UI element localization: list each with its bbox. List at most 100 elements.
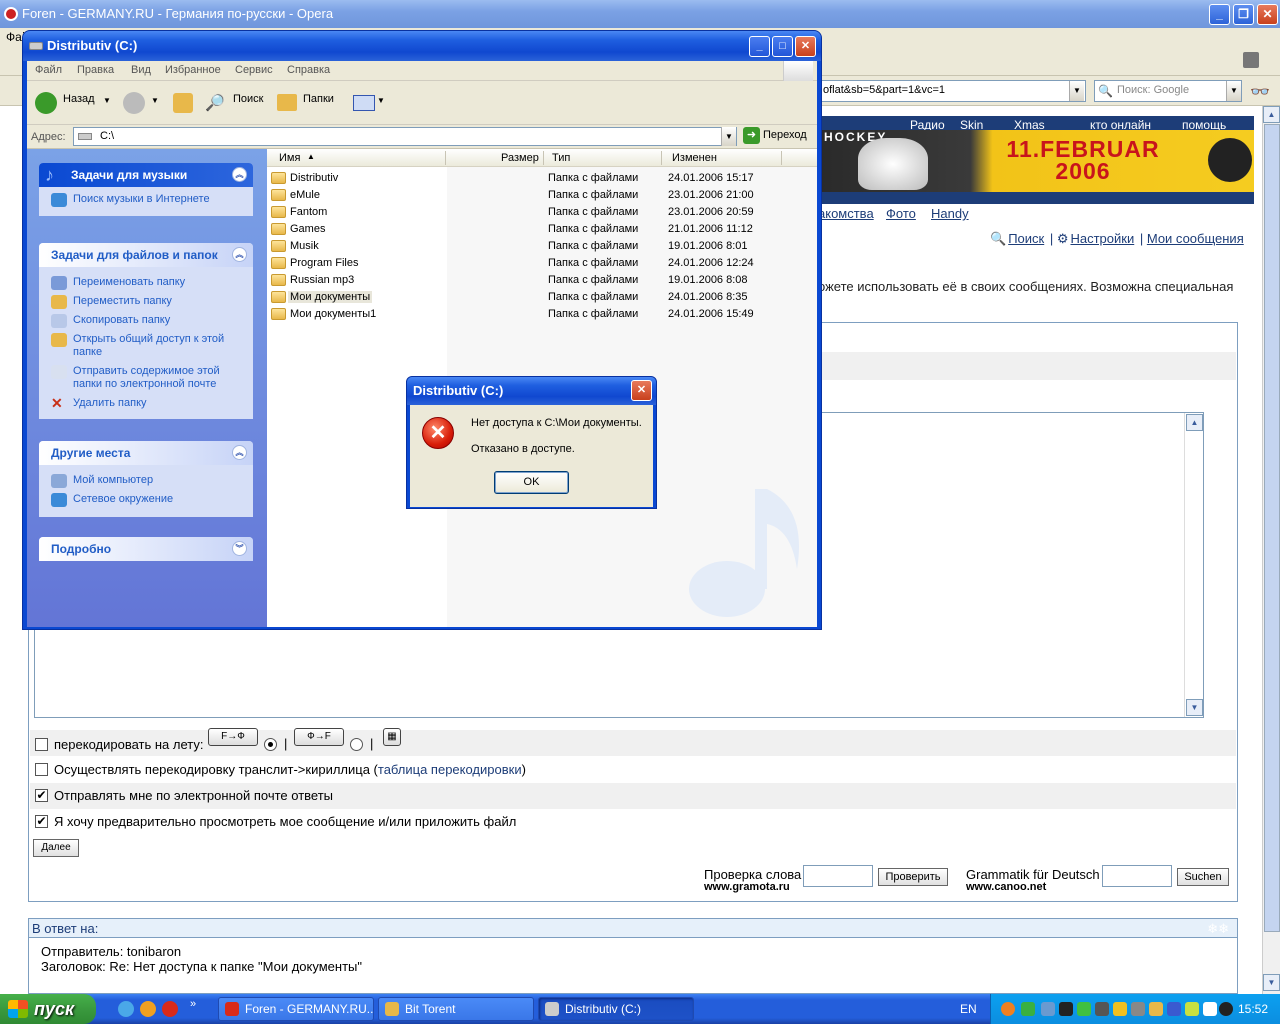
scroll-up-icon[interactable]: ▲ bbox=[1186, 414, 1203, 431]
folders-button[interactable]: Папки bbox=[303, 93, 334, 105]
col-size[interactable]: Размер bbox=[501, 152, 539, 164]
expand-icon[interactable]: ︾ bbox=[232, 541, 247, 556]
views-dropdown-icon[interactable]: ▼ bbox=[377, 96, 385, 105]
file-row[interactable]: Program Files Папка с файлами 24.01.2006 1… bbox=[267, 255, 817, 272]
back-button[interactable]: Назад bbox=[63, 93, 95, 105]
file-row[interactable]: Musik Папка с файлами 19.01.2006 8:01 bbox=[267, 238, 817, 255]
go-button[interactable]: ➜ Переход bbox=[743, 127, 807, 144]
task-rename[interactable]: Переименовать папку bbox=[39, 273, 253, 292]
place-my-computer[interactable]: Мой компьютер bbox=[39, 471, 253, 490]
music-tasks-header[interactable]: ♪ Задачи для музыки ︽ bbox=[39, 163, 253, 187]
task-delete[interactable]: ✕ Удалить папку bbox=[39, 394, 253, 413]
radio-1[interactable] bbox=[264, 738, 277, 751]
menu-file[interactable]: Файл bbox=[35, 64, 62, 76]
task-search-music[interactable]: Поиск музыки в Интернете bbox=[39, 187, 253, 216]
restore-button[interactable]: ❐ bbox=[1233, 4, 1254, 25]
file-row[interactable]: Мои документы Папка с файлами 24.01.2006 8… bbox=[267, 289, 817, 306]
link-my-messages[interactable]: Мои сообщения bbox=[1147, 231, 1244, 246]
translit-table-link[interactable]: таблица перекодировки bbox=[378, 762, 522, 777]
tray-icon[interactable] bbox=[1113, 1002, 1127, 1016]
volume-icon[interactable] bbox=[1203, 1002, 1217, 1016]
tray-icon[interactable] bbox=[1021, 1002, 1035, 1016]
col-type[interactable]: Тип bbox=[552, 152, 570, 164]
search-icon[interactable]: 🔎 bbox=[205, 93, 225, 113]
search-button[interactable]: Поиск bbox=[233, 93, 263, 105]
tray-icon[interactable] bbox=[1001, 1002, 1015, 1016]
tray-icon[interactable] bbox=[1185, 1002, 1199, 1016]
task-move[interactable]: Переместить папку bbox=[39, 292, 253, 311]
suchen-button[interactable]: Suchen bbox=[1177, 868, 1229, 886]
scroll-down-icon[interactable]: ▼ bbox=[1263, 974, 1280, 991]
folder-up-icon[interactable] bbox=[173, 93, 193, 113]
search-dropdown[interactable]: ▼ bbox=[1226, 81, 1241, 101]
column-separator[interactable] bbox=[661, 151, 662, 165]
scroll-thumb[interactable] bbox=[1264, 124, 1280, 932]
scroll-down-icon[interactable]: ▼ bbox=[1186, 699, 1203, 716]
col-modified[interactable]: Изменен bbox=[672, 152, 717, 164]
check-word-input[interactable] bbox=[803, 865, 873, 887]
quicklaunch-ie-icon[interactable] bbox=[118, 1001, 134, 1017]
tray-icon[interactable] bbox=[1149, 1002, 1163, 1016]
file-row[interactable]: Fantom Папка с файлами 23.01.2006 20:59 bbox=[267, 204, 817, 221]
page-scrollbar[interactable]: ▲ ▼ bbox=[1262, 106, 1280, 994]
file-tasks-header[interactable]: Задачи для файлов и папок ︽ bbox=[39, 243, 253, 267]
search-field[interactable]: Поиск: Google bbox=[1094, 80, 1242, 102]
ftof-button[interactable]: F→Ф bbox=[208, 728, 258, 746]
task-copy[interactable]: Скопировать папку bbox=[39, 311, 253, 330]
task-opera[interactable]: Foren - GERMANY.RU... bbox=[218, 997, 374, 1021]
url-dropdown[interactable]: ▼ bbox=[1069, 81, 1084, 101]
link-search[interactable]: Поиск bbox=[1008, 231, 1044, 246]
views-icon[interactable] bbox=[353, 95, 375, 111]
address-field[interactable]: C:\ ▼ bbox=[73, 127, 737, 146]
recode-checkbox[interactable] bbox=[35, 738, 48, 751]
place-network[interactable]: Сетевое окружение bbox=[39, 490, 253, 509]
quicklaunch-more-icon[interactable]: » bbox=[190, 998, 196, 1010]
keyboard-icon[interactable]: ▦ bbox=[383, 728, 401, 746]
task-bittorrent[interactable]: Bit Torent bbox=[378, 997, 534, 1021]
task-distributiv[interactable]: Distributiv (C:) bbox=[538, 997, 694, 1021]
menu-favorites[interactable]: Избранное bbox=[165, 64, 221, 76]
column-separator[interactable] bbox=[543, 151, 544, 165]
dialog-close-button[interactable]: ✕ bbox=[631, 380, 652, 401]
file-row[interactable]: Russian mp3 Папка с файлами 19.01.2006 8:0… bbox=[267, 272, 817, 289]
forward-dropdown-icon[interactable]: ▼ bbox=[151, 96, 159, 105]
collapse-icon[interactable]: ︽ bbox=[232, 247, 247, 262]
ok-button[interactable]: OK bbox=[494, 471, 569, 494]
file-row[interactable]: eMule Папка с файлами 23.01.2006 21:00 bbox=[267, 187, 817, 204]
next-button[interactable]: Далее bbox=[33, 839, 79, 857]
file-row[interactable]: Games Папка с файлами 21.01.2006 11:12 bbox=[267, 221, 817, 238]
task-email[interactable]: Отправить содержимое этой папки по элект… bbox=[39, 362, 253, 394]
scroll-up-icon[interactable]: ▲ bbox=[1263, 106, 1280, 123]
task-share[interactable]: Открыть общий доступ к этой папке bbox=[39, 330, 253, 362]
back-dropdown-icon[interactable]: ▼ bbox=[103, 96, 111, 105]
nav-dating[interactable]: акомства bbox=[818, 206, 874, 221]
explorer-title-bar[interactable]: Distributiv (C:) _ □ ✕ bbox=[23, 31, 821, 61]
language-indicator[interactable]: EN bbox=[960, 1002, 977, 1016]
close-button[interactable]: ✕ bbox=[1257, 4, 1278, 25]
tray-icon[interactable] bbox=[1041, 1002, 1055, 1016]
ftof2-button[interactable]: Ф→F bbox=[294, 728, 344, 746]
tray-icon[interactable] bbox=[1059, 1002, 1073, 1016]
translit-checkbox[interactable] bbox=[35, 763, 48, 776]
back-arrow-icon[interactable] bbox=[35, 92, 57, 114]
nav-handy[interactable]: Handy bbox=[931, 206, 969, 221]
quicklaunch-opera-icon[interactable] bbox=[162, 1001, 178, 1017]
menu-tools[interactable]: Сервис bbox=[235, 64, 273, 76]
trash-icon[interactable] bbox=[1243, 52, 1259, 68]
tray-icon[interactable] bbox=[1219, 1002, 1233, 1016]
binoculars-icon[interactable]: 👓 bbox=[1250, 82, 1270, 102]
tray-icon[interactable] bbox=[1095, 1002, 1109, 1016]
explorer-close-button[interactable]: ✕ bbox=[795, 36, 816, 57]
tray-icon[interactable] bbox=[1167, 1002, 1181, 1016]
column-separator[interactable] bbox=[781, 151, 782, 165]
quicklaunch-player-icon[interactable] bbox=[140, 1001, 156, 1017]
collapse-icon[interactable]: ︽ bbox=[232, 167, 247, 182]
col-name[interactable]: Имя bbox=[279, 152, 300, 164]
hockey-banner[interactable]: HOCKEY 11.FEBRUAR 2006 bbox=[818, 130, 1254, 192]
link-settings[interactable]: Настройки bbox=[1070, 231, 1134, 246]
forward-arrow-icon[interactable] bbox=[123, 92, 145, 114]
file-row[interactable]: Мои документы1 Папка с файлами 24.01.2006 … bbox=[267, 306, 817, 323]
column-separator[interactable] bbox=[445, 151, 446, 165]
file-row[interactable]: Distributiv Папка с файлами 24.01.2006 15:… bbox=[267, 170, 817, 187]
start-button[interactable]: пуск bbox=[0, 994, 96, 1024]
